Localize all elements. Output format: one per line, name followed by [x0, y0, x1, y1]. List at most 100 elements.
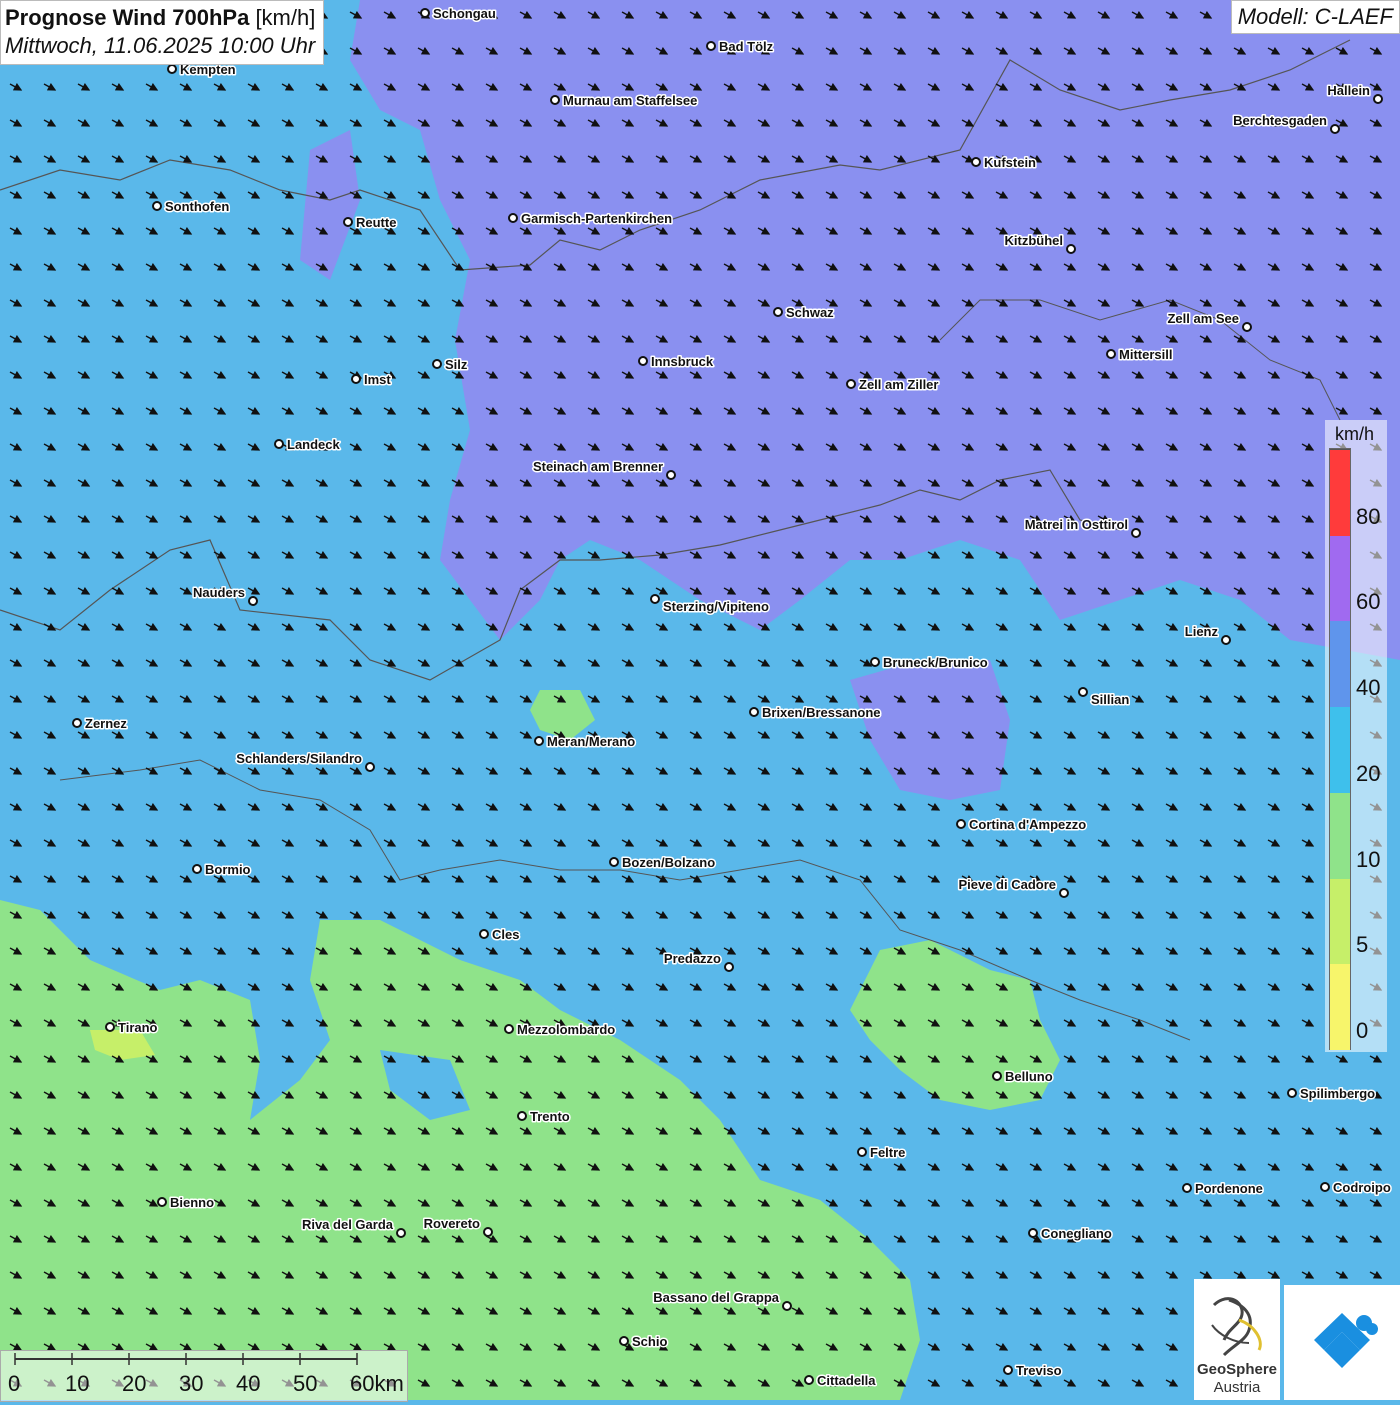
city-label: Cles	[492, 927, 519, 942]
city-dot	[724, 962, 734, 972]
legend-segment	[1330, 706, 1350, 793]
city-label: Berchtesgaden	[1233, 113, 1327, 128]
city-label: Silz	[445, 357, 468, 372]
city-dot	[534, 736, 544, 746]
city-dot	[479, 929, 489, 939]
wind-forecast-map[interactable]: SchongauBad TölzKemptenHalleinMurnau am …	[0, 0, 1400, 1400]
legend-segment	[1330, 620, 1350, 708]
city-label: Sonthofen	[165, 199, 229, 214]
city-label: Brixen/Bressanone	[762, 705, 881, 720]
city-dot	[432, 359, 442, 369]
city-dot	[351, 374, 361, 384]
scale-label: 10	[65, 1371, 90, 1396]
legend-segment	[1330, 877, 1350, 965]
city-dot	[782, 1301, 792, 1311]
city-dot	[992, 1071, 1002, 1081]
city-label: Mittersill	[1119, 347, 1172, 362]
city-marker[interactable]: Cortina d'Ampezzo	[956, 816, 1088, 834]
geosphere-name: GeoSphere	[1196, 1361, 1278, 1378]
city-marker[interactable]: Sonthofen	[152, 198, 231, 216]
city-label: Predazzo	[664, 951, 721, 966]
city-marker[interactable]: Bozen/Bolzano	[609, 854, 717, 872]
model-label: Modell: C-LAEF	[1230, 0, 1400, 34]
city-dot	[1131, 528, 1141, 538]
city-label: Zell am Ziller	[859, 377, 938, 392]
city-dot	[343, 217, 353, 227]
city-label: Tirano	[118, 1020, 158, 1035]
city-label: Bad Tölz	[719, 39, 774, 54]
city-dot	[870, 657, 880, 667]
city-label: Murnau am Staffelsee	[563, 93, 697, 108]
city-marker[interactable]: Brixen/Bressanone	[749, 704, 882, 722]
city-dot	[365, 762, 375, 772]
city-label: Garmisch-Partenkirchen	[521, 211, 672, 226]
city-label: Trento	[530, 1109, 570, 1124]
city-marker[interactable]: Schongau	[420, 5, 497, 23]
title-box: Prognose Wind 700hPa [km/h] Mittwoch, 11…	[0, 0, 325, 65]
city-label: Schwaz	[786, 305, 834, 320]
city-label: Schlanders/Silandro	[236, 751, 362, 766]
city-dot	[1059, 888, 1069, 898]
city-dot	[650, 594, 660, 604]
city-label: Mezzolombardo	[517, 1022, 615, 1037]
city-label: Pordenone	[1195, 1181, 1263, 1196]
city-dot	[1320, 1182, 1330, 1192]
city-dot	[1106, 349, 1116, 359]
city-dot	[666, 470, 676, 480]
city-dot	[619, 1336, 629, 1346]
city-dot	[706, 41, 716, 51]
scale-label: 40	[236, 1371, 261, 1396]
city-label: Spilimbergo	[1300, 1086, 1375, 1101]
city-dot	[1330, 124, 1340, 134]
city-label: Kitzbühel	[1005, 233, 1064, 248]
city-marker[interactable]: Innsbruck	[638, 353, 715, 371]
city-dot	[105, 1022, 115, 1032]
city-marker[interactable]: Garmisch-Partenkirchen	[508, 210, 674, 228]
geosphere-logo-icon	[1211, 1297, 1262, 1357]
city-label: Kufstein	[984, 155, 1036, 170]
city-label: Riva del Garda	[302, 1217, 394, 1232]
city-marker[interactable]: Bruneck/Brunico	[870, 654, 989, 672]
city-dot	[1028, 1228, 1038, 1238]
scale-label: 60km	[350, 1371, 404, 1396]
city-dot	[1287, 1088, 1297, 1098]
city-label: Schongau	[433, 6, 496, 21]
city-marker[interactable]: Pordenone	[1182, 1180, 1264, 1198]
city-marker[interactable]: Murnau am Staffelsee	[550, 92, 699, 110]
legend-segment	[1330, 791, 1350, 879]
city-label: Innsbruck	[651, 354, 714, 369]
city-marker[interactable]: Zell am Ziller	[846, 376, 940, 394]
scale-label: 0	[8, 1371, 21, 1396]
wetter-app-logo[interactable]	[1284, 1285, 1400, 1400]
city-label: Bozen/Bolzano	[622, 855, 715, 870]
city-dot	[638, 356, 648, 366]
city-label: Treviso	[1016, 1363, 1062, 1378]
map-title: Prognose Wind 700hPa [km/h]	[5, 4, 315, 32]
city-label: Nauders	[193, 585, 245, 600]
scale-label: 20	[122, 1371, 147, 1396]
city-dot	[956, 819, 966, 829]
city-label: Sillian	[1091, 692, 1129, 707]
city-dot	[1373, 94, 1383, 104]
city-marker[interactable]: Conegliano	[1028, 1225, 1113, 1243]
legend-tick-label: 60	[1356, 589, 1381, 615]
legend-tick-label: 5	[1356, 932, 1369, 958]
city-marker[interactable]: Meran/Merano	[534, 733, 637, 751]
geosphere-country: Austria	[1213, 1379, 1261, 1396]
geosphere-logo[interactable]: GeoSphere Austria	[1194, 1279, 1280, 1400]
city-marker[interactable]: Spilimbergo	[1287, 1085, 1377, 1103]
forecast-datetime: Mittwoch, 11.06.2025 10:00 Uhr	[5, 33, 316, 58]
city-dot	[773, 307, 783, 317]
city-dot	[846, 379, 856, 389]
city-dot	[804, 1375, 814, 1385]
legend-tick-label: 20	[1356, 760, 1381, 786]
city-label: Meran/Merano	[547, 734, 635, 749]
city-label: Hallein	[1327, 83, 1370, 98]
legend-tick-label: 10	[1356, 846, 1381, 872]
city-dot	[274, 439, 284, 449]
scale-bar: 0 10 20 30 40 50 60km	[0, 1350, 408, 1402]
city-dot	[1066, 244, 1076, 254]
city-marker[interactable]: Mezzolombardo	[504, 1021, 617, 1039]
city-label: Zell am See	[1167, 311, 1239, 326]
city-dot	[1242, 322, 1252, 332]
